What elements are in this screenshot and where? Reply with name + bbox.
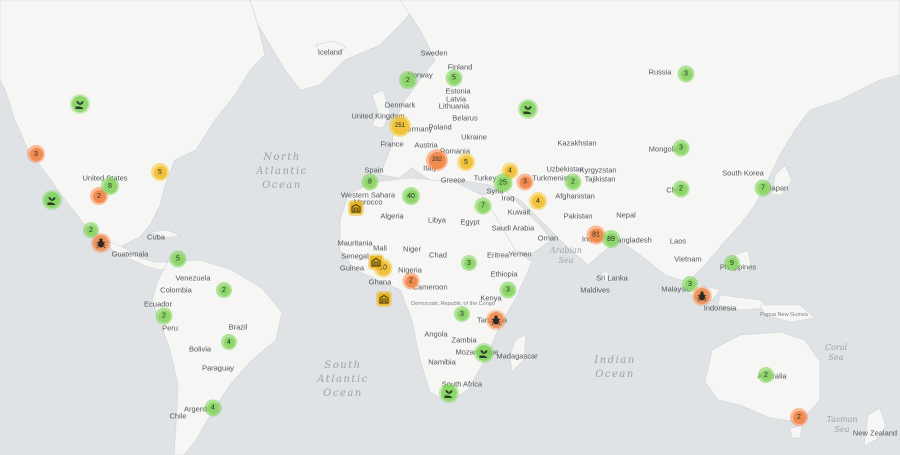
hand-seedling-marker[interactable]	[44, 192, 60, 208]
cluster-marker[interactable]: 8	[101, 177, 119, 195]
cluster-marker[interactable]: 3	[454, 306, 470, 322]
cluster-marker[interactable]: 2	[399, 71, 417, 89]
cluster-count: 89	[604, 232, 618, 246]
cluster-marker[interactable]: 4	[204, 399, 222, 417]
cluster-count: 40	[404, 189, 418, 203]
hand-seedling-marker[interactable]	[72, 96, 88, 112]
cluster-marker[interactable]: 2	[672, 180, 690, 198]
cluster-count: 2	[675, 183, 687, 195]
cluster-count: 3	[684, 278, 696, 290]
cluster-marker[interactable]: 3	[677, 65, 695, 83]
hand-seedling-icon	[443, 387, 455, 399]
cluster-count: 9	[726, 257, 738, 269]
cluster-marker[interactable]: 2	[758, 367, 774, 383]
cluster-count: 25	[496, 176, 510, 190]
warehouse-marker[interactable]	[350, 202, 362, 214]
hand-seedling-icon	[522, 103, 534, 115]
cluster-count: 2	[218, 284, 230, 296]
cluster-count: 8	[103, 179, 117, 193]
bug-icon	[490, 314, 502, 326]
cluster-marker[interactable]: 3	[499, 281, 517, 299]
cluster-count: 5	[153, 165, 167, 179]
cluster-count: 8	[364, 176, 376, 188]
cluster-marker[interactable]: 5	[445, 69, 463, 87]
cluster-count: 3	[519, 176, 531, 188]
warehouse-marker[interactable]	[378, 293, 390, 305]
hand-seedling-marker[interactable]	[441, 385, 457, 401]
bug-marker[interactable]	[488, 312, 504, 328]
cluster-count: 2	[401, 73, 415, 87]
cluster-marker[interactable]: 4	[221, 334, 237, 350]
cluster-count: 2	[792, 410, 806, 424]
cluster-count: 3	[29, 147, 43, 161]
warehouse-marker[interactable]	[370, 256, 382, 268]
cluster-marker[interactable]: 8	[361, 173, 379, 191]
cluster-marker[interactable]: 3	[672, 139, 690, 157]
cluster-count: 2	[760, 369, 772, 381]
bug-marker[interactable]	[694, 288, 710, 304]
cluster-marker[interactable]: 89	[602, 230, 620, 248]
bug-icon	[95, 237, 107, 249]
cluster-marker[interactable]: 3	[27, 145, 45, 163]
cluster-marker[interactable]: 292	[426, 149, 448, 171]
cluster-marker[interactable]: 2	[564, 173, 582, 191]
cluster-count: 7	[757, 182, 769, 194]
cluster-count: 2	[85, 224, 97, 236]
cluster-count: 7	[477, 200, 489, 212]
cluster-marker[interactable]: 2	[790, 408, 808, 426]
cluster-count: 4	[207, 402, 219, 414]
cluster-count: 5	[448, 72, 460, 84]
cluster-count: 251	[391, 117, 409, 135]
cluster-count: 3	[463, 257, 475, 269]
cluster-count: 3	[456, 308, 468, 320]
cluster-count: 3	[502, 284, 514, 296]
hand-seedling-marker[interactable]	[476, 345, 492, 361]
cluster-marker[interactable]: 2	[155, 307, 173, 325]
cluster-count: 3	[680, 68, 692, 80]
hand-seedling-icon	[74, 98, 86, 110]
warehouse-icon	[379, 294, 389, 304]
bug-icon	[696, 290, 708, 302]
cluster-count: 4	[531, 194, 545, 208]
cluster-marker[interactable]: 3	[461, 255, 477, 271]
cluster-count: 3	[675, 142, 687, 154]
warehouse-icon	[351, 203, 361, 213]
cluster-marker[interactable]: 25	[493, 173, 513, 193]
cluster-count: 5	[459, 155, 473, 169]
cluster-count: 292	[428, 151, 446, 169]
cluster-count: 5	[172, 253, 184, 265]
cluster-marker[interactable]: 3	[516, 173, 534, 191]
cluster-marker[interactable]: 5	[169, 250, 187, 268]
hand-seedling-marker[interactable]	[520, 101, 536, 117]
cluster-count: 4	[223, 336, 235, 348]
hand-seedling-icon	[46, 194, 58, 206]
cluster-marker[interactable]: 251	[389, 115, 411, 137]
warehouse-icon	[371, 257, 381, 267]
cluster-marker[interactable]: 2	[216, 282, 232, 298]
cluster-marker[interactable]: 7	[474, 197, 492, 215]
bug-marker[interactable]	[93, 235, 109, 251]
cluster-marker[interactable]: 2	[402, 272, 420, 290]
cluster-marker[interactable]: 40	[402, 187, 420, 205]
cluster-marker[interactable]: 7	[754, 179, 772, 197]
cluster-count: 2	[158, 310, 170, 322]
cluster-marker[interactable]: 5	[151, 163, 169, 181]
cluster-count: 81	[589, 228, 603, 242]
world-map[interactable]: North Atlantic Ocean South Atlantic Ocean Indi…	[0, 0, 900, 455]
cluster-marker[interactable]: 4	[529, 192, 547, 210]
cluster-count: 2	[405, 275, 417, 287]
cluster-marker[interactable]: 9	[724, 255, 740, 271]
cluster-marker[interactable]: 5	[457, 153, 475, 171]
hand-seedling-icon	[478, 347, 490, 359]
cluster-count: 2	[567, 176, 579, 188]
